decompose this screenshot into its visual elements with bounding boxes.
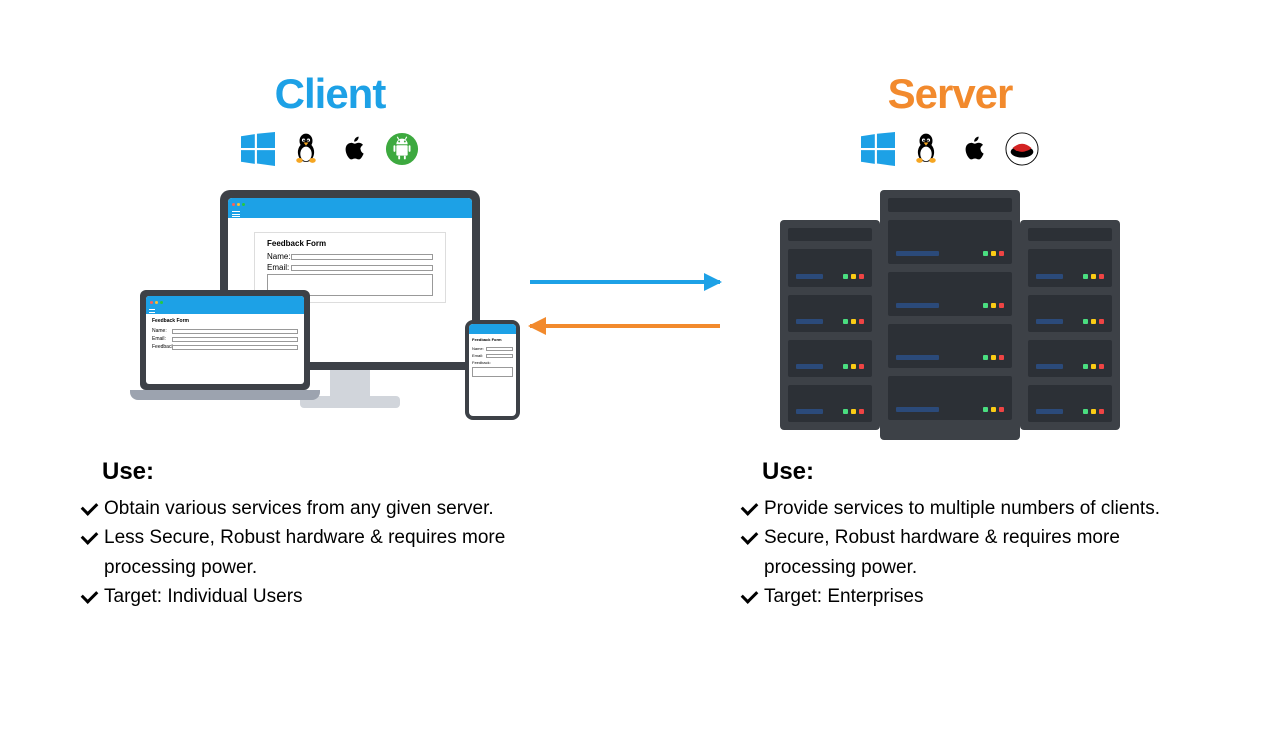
server-rack <box>780 220 880 430</box>
list-item: Provide services to multiple numbers of … <box>740 494 1200 523</box>
use-heading: Use: <box>762 458 1200 486</box>
linux-icon <box>289 132 323 166</box>
communication-arrows <box>530 280 730 368</box>
server-racks <box>780 190 1120 440</box>
client-os-icons <box>241 132 419 166</box>
hamburger-icon <box>149 309 155 313</box>
server-column: Server <box>700 70 1200 612</box>
linux-icon <box>909 132 943 166</box>
client-use-list: Obtain various services from any given s… <box>80 494 580 612</box>
client-column: Client <box>80 70 580 612</box>
phone-device: Feedback Form Name: Email: Feedback: <box>465 320 520 420</box>
list-item: Less Secure, Robust hardware & requires … <box>80 523 580 582</box>
android-icon <box>385 132 419 166</box>
list-item: Secure, Robust hardware & requires more … <box>740 523 1200 582</box>
apple-icon <box>957 132 991 166</box>
windows-icon <box>861 132 895 166</box>
response-arrow-icon <box>530 324 720 328</box>
server-rack <box>880 190 1020 440</box>
list-item: Target: Enterprises <box>740 582 1200 611</box>
apple-icon <box>337 132 371 166</box>
client-title: Client <box>275 70 386 118</box>
diagram-container: Client <box>0 0 1280 612</box>
email-input <box>291 265 433 271</box>
server-title: Server <box>888 70 1013 118</box>
redhat-icon <box>1005 132 1039 166</box>
use-heading: Use: <box>102 458 580 486</box>
server-rack <box>1020 220 1120 430</box>
server-use-section: Use: Provide services to multiple number… <box>700 458 1200 612</box>
server-os-icons <box>861 132 1039 166</box>
form-title: Feedback Form <box>267 239 433 248</box>
laptop-device: Feedback Form Name: Email: Feedback: <box>140 290 310 400</box>
windows-icon <box>241 132 275 166</box>
client-devices: Feedback Form Name: Email: <box>150 190 510 440</box>
hamburger-icon <box>232 211 240 217</box>
list-item: Obtain various services from any given s… <box>80 494 580 523</box>
name-input <box>291 254 433 260</box>
server-use-list: Provide services to multiple numbers of … <box>740 494 1200 612</box>
list-item: Target: Individual Users <box>80 582 580 611</box>
client-use-section: Use: Obtain various services from any gi… <box>80 458 580 612</box>
request-arrow-icon <box>530 280 720 284</box>
